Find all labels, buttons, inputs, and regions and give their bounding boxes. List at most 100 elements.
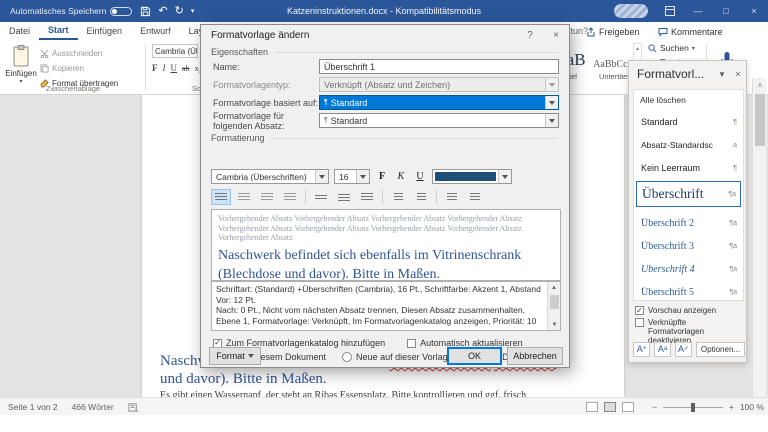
style-item-ueberschrift3[interactable]: Überschrift 3 ¶a (636, 236, 741, 256)
format-menu-button[interactable]: Format (209, 347, 261, 365)
dialog-font-size-combo[interactable]: 16 (334, 169, 370, 184)
space-after-button[interactable] (411, 189, 431, 205)
web-layout-button[interactable] (622, 402, 634, 412)
style-inspector-button[interactable]: Aa (654, 342, 671, 357)
tab-start[interactable]: Start (39, 22, 78, 40)
zoom-slider-thumb[interactable] (691, 403, 695, 412)
combo-arrow-icon[interactable] (545, 114, 558, 127)
style-item-ueberschrift5[interactable]: Überschrift 5 ¶a (636, 282, 741, 301)
align-right-button[interactable] (257, 189, 277, 205)
style-item-ueberschrift4[interactable]: Überschrift 4 ¶a (636, 259, 741, 279)
increase-indent-button[interactable] (465, 189, 485, 205)
disable-linked-checkbox-row[interactable]: Verknüpfte Formatvorlagen deaktivieren (629, 315, 746, 345)
preview-checkbox-row[interactable]: ✓ Vorschau anzeigen (629, 303, 746, 315)
user-avatar[interactable] (614, 4, 648, 18)
desc-scroll-up-icon[interactable]: ▲ (548, 282, 560, 293)
italic-button[interactable]: I (163, 63, 166, 73)
bold-button[interactable]: F (152, 63, 158, 73)
based-on-combo[interactable]: ¶ Standard (319, 95, 559, 110)
decrease-indent-button[interactable] (442, 189, 462, 205)
close-button[interactable]: × (740, 0, 768, 22)
zoom-in-button[interactable]: + (729, 402, 734, 412)
print-layout-button[interactable] (604, 402, 616, 412)
dialog-font-family-combo[interactable]: Cambria (Überschriften) (211, 169, 329, 184)
dialog-bold-button[interactable]: F (375, 171, 389, 182)
style-item-absatz-standard[interactable]: Absatz-Standardsc a (636, 135, 741, 155)
strikethrough-button[interactable]: ab (182, 64, 190, 73)
style-item-ueberschrift1[interactable]: Überschrift ¶a (636, 181, 741, 207)
zoom-slider[interactable] (663, 407, 723, 408)
zoom-out-button[interactable]: − (652, 402, 657, 412)
disable-linked-checkbox[interactable] (635, 318, 644, 327)
redo-icon[interactable]: ↻ (175, 6, 184, 17)
line-spacing-2-button[interactable] (357, 189, 377, 205)
search-dropdown-icon[interactable]: ▾ (692, 45, 695, 52)
style-item-standard[interactable]: Standard ¶ (636, 112, 741, 132)
align-left-button[interactable] (211, 189, 231, 205)
align-center-button[interactable] (234, 189, 254, 205)
align-justify-button[interactable] (280, 189, 300, 205)
pane-close-button[interactable]: × (730, 66, 746, 82)
search-button[interactable]: Suchen ▾ (648, 42, 695, 54)
zoom-level[interactable]: 100 % (740, 402, 764, 412)
preview-checkbox[interactable]: ✓ (635, 306, 644, 315)
auto-update-checkbox[interactable] (407, 339, 416, 348)
formatting-toolbar-row2 (211, 189, 485, 205)
underline-button[interactable]: U (171, 63, 178, 73)
clear-all-item[interactable]: Alle löschen (640, 95, 686, 105)
pane-dropdown-icon[interactable]: ▾ (714, 66, 730, 82)
style-item-kein-leerraum[interactable]: Kein Leerraum ¶ (636, 158, 741, 178)
next-paragraph-combo[interactable]: ¶ Standard (319, 113, 559, 128)
scrollbar-thumb[interactable] (755, 94, 765, 146)
comments-button[interactable]: Kommentare (658, 24, 723, 39)
dialog-title-bar[interactable]: Formatvorlage ändern ? × (201, 25, 569, 45)
combo-arrow-icon[interactable] (315, 170, 328, 183)
dialog-help-button[interactable]: ? (517, 26, 543, 44)
line-spacing-15-button[interactable] (334, 189, 354, 205)
ok-button[interactable]: OK (447, 347, 502, 365)
minimize-button[interactable]: — (684, 0, 712, 22)
save-icon[interactable] (139, 5, 151, 17)
font-color-combo[interactable] (432, 169, 512, 184)
share-button[interactable]: Freigeben (586, 24, 640, 39)
autosave-toggle[interactable]: Automatisches Speichern (10, 6, 132, 16)
new-style-button[interactable]: A+ (633, 342, 650, 357)
tab-datei[interactable]: Datei (0, 22, 39, 40)
dialog-underline-button[interactable]: U (413, 171, 427, 182)
tab-einfuegen[interactable]: Einfügen (78, 22, 132, 40)
desc-scroll-down-icon[interactable]: ▼ (548, 319, 561, 330)
dialog-close-button[interactable]: × (543, 26, 569, 44)
new-documents-radio[interactable] (342, 352, 352, 362)
word-count[interactable]: 466 Wörter (72, 402, 114, 412)
combo-arrow-icon[interactable] (498, 170, 511, 183)
page-indicator[interactable]: Seite 1 von 2 (8, 402, 58, 412)
style-item-ueberschrift2[interactable]: Überschrift 2 ¶a (636, 213, 741, 233)
qat-customize-icon[interactable]: ▾ (191, 8, 195, 15)
paste-button[interactable]: Einfügen ▾ (4, 43, 38, 89)
toggle-pill-icon[interactable] (110, 7, 132, 16)
scrollbar-up-icon[interactable]: ∧ (753, 78, 767, 91)
read-mode-button[interactable] (586, 402, 598, 412)
description-scrollbar[interactable]: ▲ ▼ (547, 282, 560, 330)
options-button[interactable]: Optionen... (696, 342, 745, 357)
dialog-italic-button[interactable]: K (394, 171, 408, 182)
gallery-up-icon[interactable]: ▲ (635, 46, 640, 52)
combo-arrow-icon[interactable] (356, 170, 369, 183)
cut-button[interactable]: Ausschneiden (40, 46, 102, 60)
proofing-icon[interactable] (128, 402, 139, 413)
copy-button[interactable]: Kopieren (40, 61, 84, 75)
undo-icon[interactable]: ↶ (158, 6, 167, 17)
combo-arrow-icon[interactable] (545, 96, 558, 109)
ribbon-display-options-icon[interactable] (656, 0, 684, 22)
desc-scroll-thumb[interactable] (550, 295, 559, 309)
space-before-button[interactable] (388, 189, 408, 205)
manage-styles-button[interactable]: A✓ (675, 342, 692, 357)
line-spacing-1-button[interactable] (311, 189, 331, 205)
tab-entwurf[interactable]: Entwurf (131, 22, 180, 40)
name-input[interactable]: Überschrift 1 (319, 59, 559, 74)
cancel-button[interactable]: Abbrechen (507, 347, 563, 365)
dialog-title: Formatvorlage ändern (201, 30, 517, 41)
document-scrollbar[interactable]: ∧ (752, 78, 766, 397)
font-family-combo[interactable]: Cambria (Übe (152, 44, 198, 58)
maximize-button[interactable]: □ (712, 0, 740, 22)
